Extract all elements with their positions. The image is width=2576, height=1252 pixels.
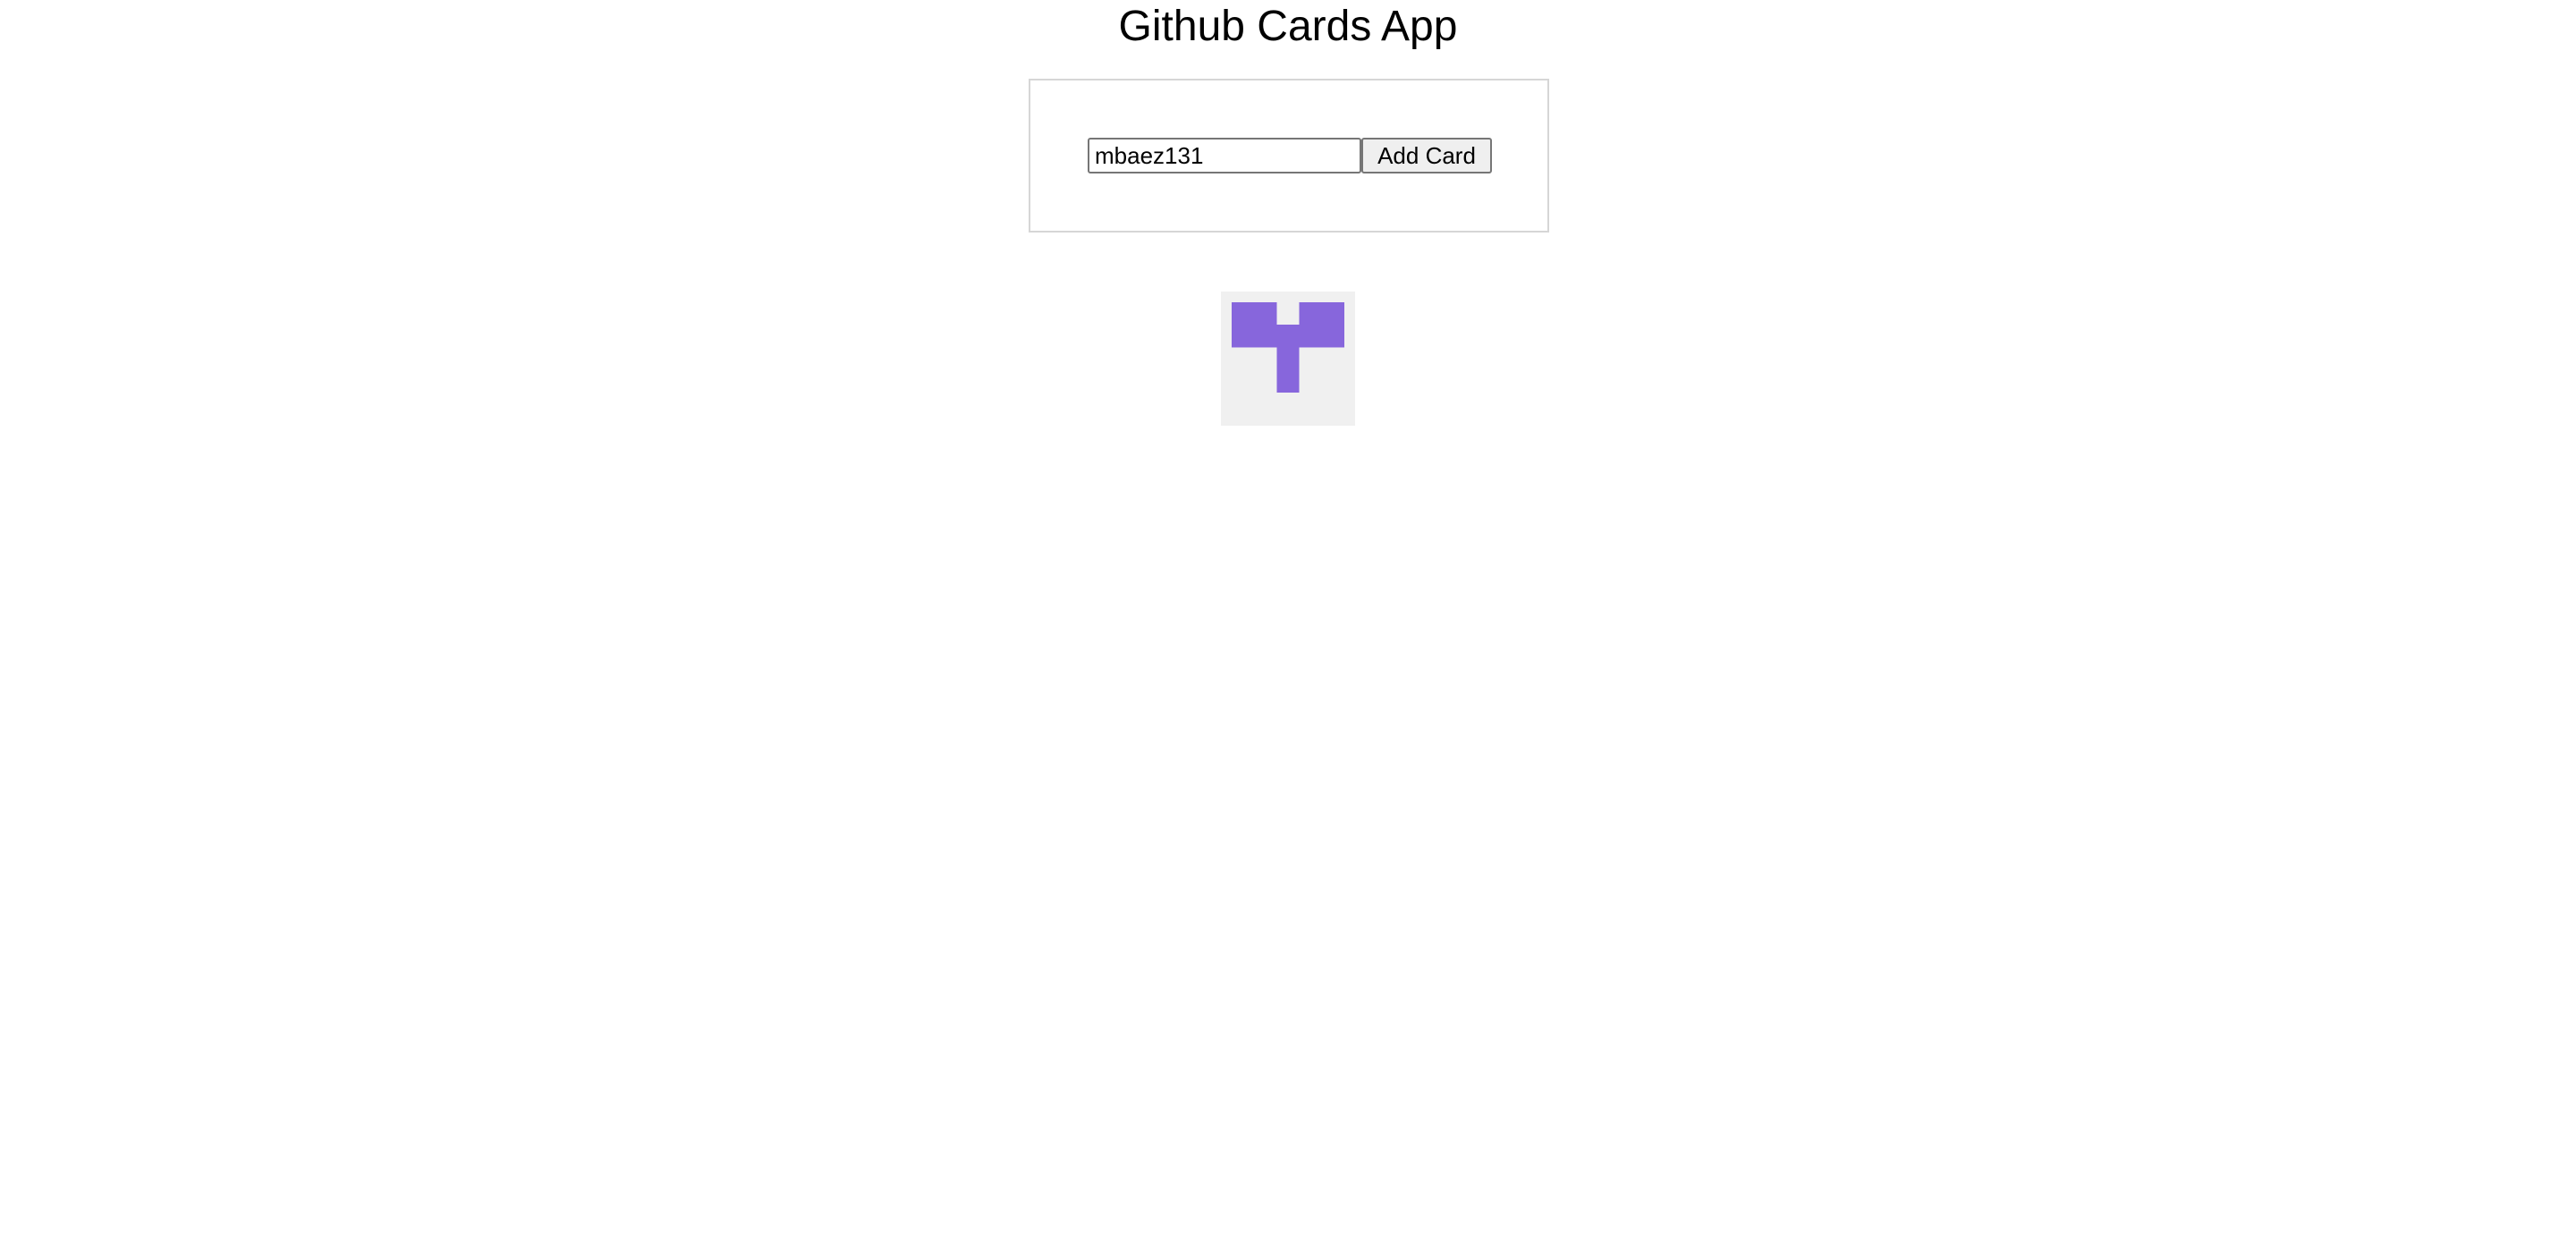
card-list	[0, 292, 2576, 426]
form-row: Add Card	[1088, 138, 1492, 173]
identicon-block	[1276, 347, 1300, 393]
identicon-block	[1254, 325, 1322, 348]
page-title: Github Cards App	[1118, 3, 1458, 50]
github-card	[1221, 292, 1355, 426]
identicon-block	[1232, 302, 1277, 326]
page: Github Cards App Add Card	[0, 0, 2576, 1252]
identicon-avatar	[1232, 302, 1344, 393]
add-card-button[interactable]: Add Card	[1361, 138, 1492, 173]
add-card-form: Add Card	[1029, 79, 1549, 233]
username-input[interactable]	[1088, 138, 1361, 173]
